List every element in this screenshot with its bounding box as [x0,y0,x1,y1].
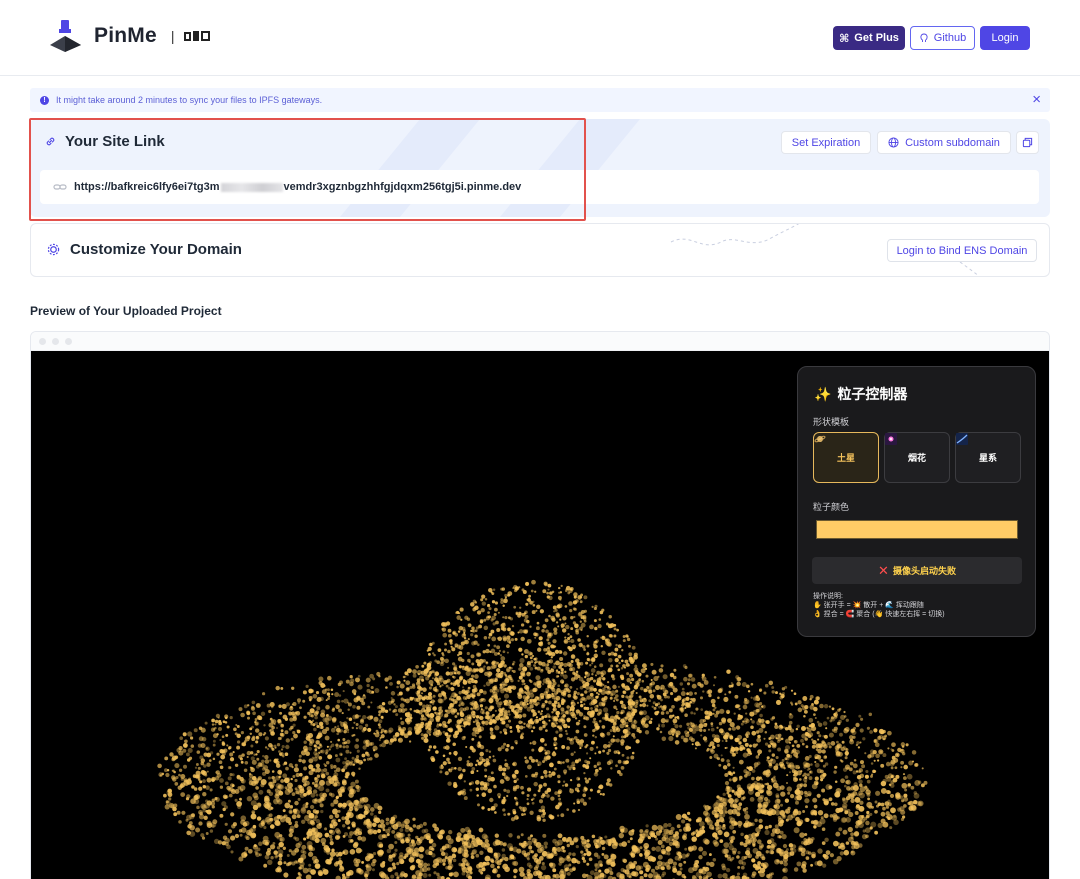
firework-icon [885,433,897,445]
site-url-prefix: https://bafkreic6lfy6ei7tg3m [74,181,220,193]
github-icon [920,33,928,42]
pin-logo-icon [50,20,81,52]
redacted-url-segment [220,182,283,192]
login-label: Login [991,32,1019,44]
shape-template-heading: 形状模板 [813,417,850,427]
shape-firework-label: 烟花 [907,453,926,463]
info-icon: ! [40,95,49,105]
shape-saturn-button[interactable]: 土星 [813,432,879,483]
help-line-2: 👌 捏合 = 🧲 聚合 (👋 快速左右挥 = 切换) [813,611,945,618]
shape-saturn-label: 土星 [836,453,855,463]
cross-icon: ✕ [878,562,889,578]
help-title: 操作说明: [813,593,843,600]
custom-subdomain-button[interactable]: Custom subdomain [877,131,1011,154]
brand-logo[interactable]: PinMe | [48,18,211,54]
customize-domain-title: Customize Your Domain [70,241,242,258]
site-url-suffix: vemdr3xgznbgzhhfgjdqxm256tgj5i.pinme.dev [283,181,522,193]
login-button[interactable]: Login [980,26,1030,50]
preview-heading: Preview of Your Uploaded Project [30,304,222,318]
site-link-title: Your Site Link [65,133,165,150]
window-dot-close [39,337,46,345]
copy-icon [1022,137,1033,148]
site-url-field[interactable]: https://bafkreic6lfy6ei7tg3m vemdr3xgznb… [40,170,1039,204]
window-dot-minimize [52,337,59,345]
shape-firework-button[interactable]: 烟花 [884,432,950,483]
link-icon [46,137,55,146]
brand-name: PinMe [94,24,157,47]
plus-icon: ⌘ [839,32,850,45]
browser-titlebar [31,332,1049,351]
particle-control-panel: ✨ 粒子控制器 形状模板 土星 烟花 星系 粒子颜色 ✕ 摄像头启动失败 操作说… [797,366,1036,637]
customize-domain-card: Customize Your Domain Login to Bind ENS … [30,223,1050,277]
help-text: 操作说明: ✋ 张开手 = 💥 散开 + 🌊 挥动跟随 👌 捏合 = 🧲 聚合 … [813,592,945,619]
particle-color-picker[interactable] [816,520,1018,539]
get-plus-label: Get Plus [854,32,899,44]
bind-ens-label: Login to Bind ENS Domain [896,244,1028,257]
github-label: Github [933,32,967,44]
globe-icon [888,137,899,148]
bind-ens-button[interactable]: Login to Bind ENS Domain [887,239,1037,262]
settings-icon [47,243,60,256]
panel-title: ✨ 粒子控制器 [814,384,907,404]
site-url[interactable]: https://bafkreic6lfy6ei7tg3m vemdr3xgznb… [74,181,521,193]
site-link-card: Your Site Link Set Expiration Custom sub… [30,119,1050,217]
set-expiration-label: Set Expiration [791,136,861,149]
close-icon[interactable]: × [1032,91,1041,109]
window-dot-maximize [65,337,72,345]
shape-galaxy-label: 星系 [978,453,997,463]
galaxy-icon [956,433,968,445]
camera-status-bar: ✕ 摄像头启动失败 [812,557,1022,584]
sparkle-icon: ✨ [814,385,832,402]
sync-notice: ! It might take around 2 minutes to sync… [30,88,1050,112]
github-button[interactable]: Github [910,26,975,50]
saturn-icon [814,435,826,443]
camera-status-text: 摄像头启动失败 [892,566,956,576]
project-preview-frame: ✨ 粒子控制器 形状模板 土星 烟花 星系 粒子颜色 ✕ 摄像头启动失败 操作说… [30,331,1050,879]
get-plus-button[interactable]: ⌘ Get Plus [833,26,905,50]
help-line-1: ✋ 张开手 = 💥 散开 + 🌊 挥动跟随 [813,602,924,609]
particle-color-heading: 粒子颜色 [813,502,850,512]
particle-canvas[interactable]: ✨ 粒子控制器 形状模板 土星 烟花 星系 粒子颜色 ✕ 摄像头启动失败 操作说… [31,351,1049,879]
notice-text: It might take around 2 minutes to sync y… [56,95,323,105]
custom-subdomain-label: Custom subdomain [905,136,1000,149]
shape-galaxy-button[interactable]: 星系 [955,432,1021,483]
top-header: PinMe | ⌘ Get Plus Github Login [0,0,1080,76]
chain-link-icon [53,184,67,190]
panel-title-text: 粒子控制器 [837,386,908,402]
set-expiration-button[interactable]: Set Expiration [781,131,871,154]
brand-separator: | [170,28,175,44]
brand-badge-icon [184,31,211,41]
copy-button[interactable] [1016,131,1039,154]
